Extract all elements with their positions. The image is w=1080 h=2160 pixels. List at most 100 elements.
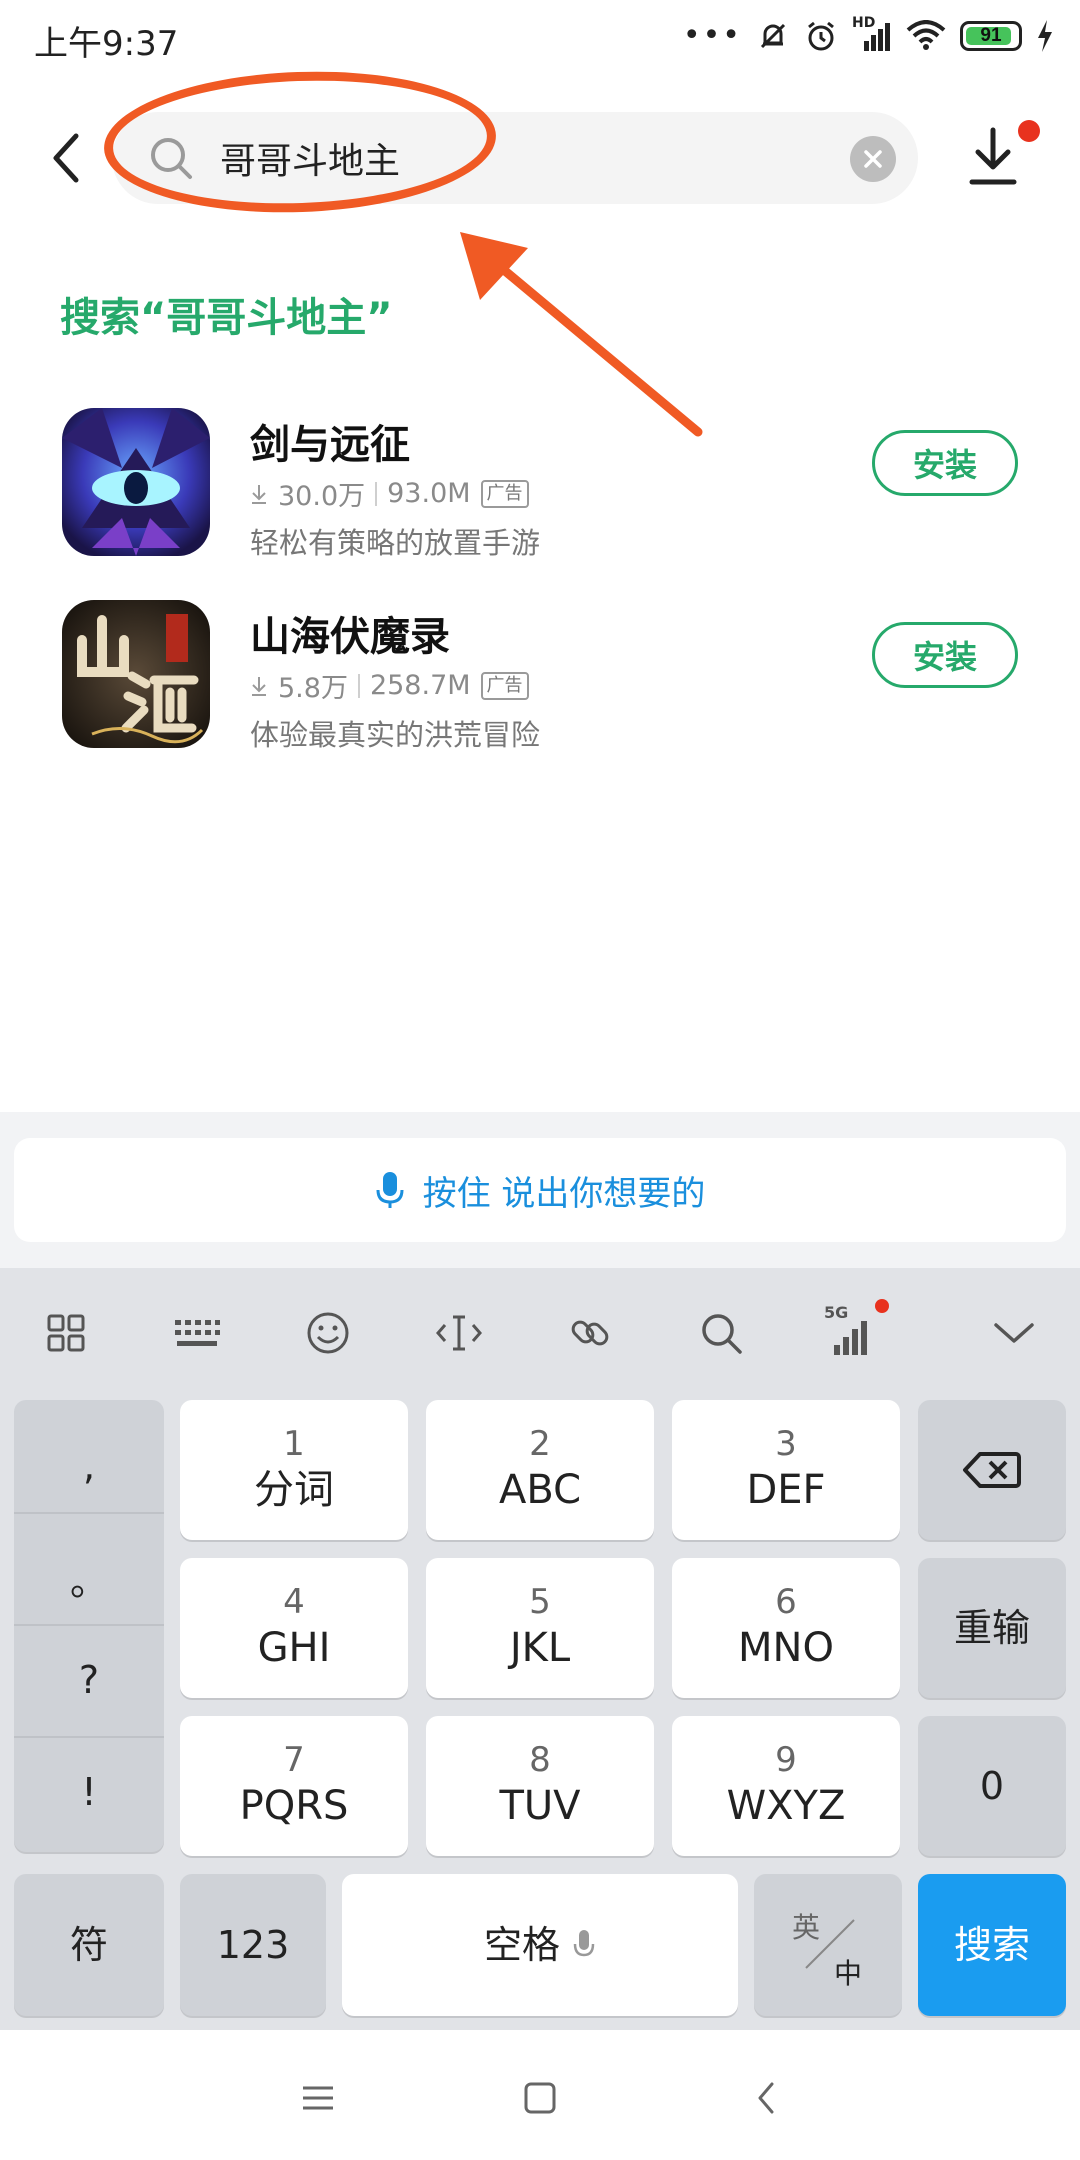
link-icon[interactable]: [524, 1293, 655, 1373]
voice-input-label: 按住 说出你想要的: [422, 1173, 706, 1214]
keyboard-icon[interactable]: [131, 1293, 262, 1373]
keyboard-search-icon[interactable]: [655, 1293, 786, 1373]
key-number: 8: [529, 1740, 551, 1780]
key-label: 分词: [254, 1467, 334, 1513]
home-nav-button[interactable]: [510, 2068, 570, 2128]
back-button[interactable]: [46, 128, 90, 188]
keyboard-toolbar: 5G: [0, 1268, 1080, 1398]
alarm-icon: [808, 21, 834, 50]
app-icon-jianyuyuanzheng[interactable]: [62, 408, 210, 556]
grid-icon[interactable]: [0, 1293, 131, 1373]
battery-level: 91: [980, 24, 1002, 46]
voice-input-button[interactable]: 按住 说出你想要的: [14, 1138, 1066, 1242]
key-8[interactable]: 8 TUV: [426, 1716, 654, 1856]
app-list-item[interactable]: 山海伏魔录 5.8万 258.7M 广告 体验最真实的洪荒冒险 安装: [0, 600, 1080, 760]
key-label: DEF: [746, 1467, 826, 1513]
key-label: 123: [216, 1923, 290, 1967]
key-number: 7: [283, 1740, 305, 1780]
cursor-icon[interactable]: [393, 1293, 524, 1373]
divider: [14, 1512, 164, 1514]
notification-dot: [1018, 120, 1040, 142]
ad-badge: 广告: [480, 479, 529, 508]
key-label: 空格: [483, 1923, 560, 1967]
ad-badge: 广告: [480, 671, 529, 700]
key-2[interactable]: 2 ABC: [426, 1400, 654, 1540]
app-name[interactable]: 剑与远征: [250, 412, 410, 470]
app-size: 93.0M: [387, 478, 471, 509]
key-number: 9: [775, 1740, 797, 1780]
reenter-key[interactable]: 重输: [918, 1558, 1066, 1698]
key-number: 4: [283, 1582, 305, 1622]
key-label: 搜索: [953, 1923, 1030, 1967]
signal-icon: HD: [852, 15, 892, 53]
key-7[interactable]: 7 PQRS: [180, 1716, 408, 1856]
download-count-icon: [252, 676, 266, 696]
key-label: TUV: [499, 1783, 581, 1829]
download-count-icon: [252, 484, 266, 504]
key-label: 符: [69, 1923, 108, 1967]
punct-key-question[interactable]: ?: [14, 1624, 164, 1736]
mute-bell-icon: [760, 23, 786, 48]
backspace-icon: [963, 1452, 1021, 1488]
key-4[interactable]: 4 GHI: [180, 1558, 408, 1698]
key-number: 1: [283, 1424, 305, 1464]
key-6[interactable]: 6 MNO: [672, 1558, 900, 1698]
microphone-icon: [573, 1930, 595, 1957]
status-time: 上午9:37: [34, 24, 179, 64]
back-nav-button[interactable]: [736, 2068, 796, 2128]
key-label: MNO: [738, 1625, 834, 1671]
app-name[interactable]: 山海伏魔录: [250, 604, 450, 662]
language-switch-key[interactable]: 英 中: [754, 1874, 902, 2016]
key-label: 重输: [953, 1606, 1030, 1650]
space-key[interactable]: 空格: [342, 1874, 738, 2016]
key-number: 5: [529, 1582, 551, 1622]
more-dots-icon: •••: [682, 18, 742, 53]
app-description: 轻松有策略的放置手游: [250, 526, 541, 560]
app-meta: 5.8万 258.7M 广告: [250, 666, 529, 705]
wifi-icon: [906, 19, 946, 50]
punct-key-exclaim[interactable]: !: [14, 1736, 164, 1848]
microphone-icon: [376, 1172, 404, 1208]
key-number: 2: [529, 1424, 551, 1464]
app-list-item[interactable]: 剑与远征 30.0万 93.0M 广告 轻松有策略的放置手游 安装: [0, 408, 1080, 568]
home-icon: [524, 2082, 556, 2114]
download-manager-button[interactable]: [966, 126, 1020, 188]
app-icon-shanhaifumolu[interactable]: [62, 600, 210, 748]
chevron-down-icon[interactable]: [974, 1293, 1054, 1373]
divider: [375, 481, 378, 506]
key-5[interactable]: 5 JKL: [426, 1558, 654, 1698]
app-meta: 30.0万 93.0M 广告: [250, 474, 529, 513]
punct-key-period[interactable]: 。: [14, 1522, 164, 1634]
notification-dot: [875, 1299, 889, 1313]
back-icon: [758, 2082, 774, 2114]
app-size: 258.7M: [369, 670, 471, 701]
key-label: 0: [979, 1764, 1005, 1808]
5g-label: 5G: [824, 1303, 849, 1322]
install-button[interactable]: 安装: [872, 430, 1018, 496]
key-9[interactable]: 9 WXYZ: [672, 1716, 900, 1856]
divider: [357, 673, 360, 698]
install-button[interactable]: 安装: [872, 622, 1018, 688]
symbols-key[interactable]: 符: [14, 1874, 164, 2016]
keyboard-search-button[interactable]: 搜索: [918, 1874, 1066, 2016]
5g-signal-icon[interactable]: 5G: [786, 1293, 917, 1373]
charging-icon: [1038, 19, 1052, 52]
lang-chinese: 中: [834, 1957, 863, 1990]
punct-key-comma[interactable]: ,: [14, 1410, 164, 1522]
numbers-key[interactable]: 123: [180, 1874, 326, 2016]
app-description: 体验最真实的洪荒冒险: [250, 718, 541, 752]
clear-search-button[interactable]: [850, 136, 896, 182]
emoji-icon[interactable]: [262, 1293, 393, 1373]
battery-icon: 91: [960, 20, 1022, 51]
status-icons: ••• HD 91: [682, 15, 1054, 53]
backspace-key[interactable]: [918, 1400, 1066, 1540]
key-label: JKL: [509, 1625, 571, 1671]
menu-nav-button[interactable]: [288, 2068, 348, 2128]
menu-icon: [303, 2086, 333, 2110]
key-label: ABC: [498, 1467, 582, 1513]
key-0[interactable]: 0: [918, 1716, 1066, 1856]
key-number: 3: [775, 1424, 797, 1464]
search-suggestion[interactable]: 搜索“哥哥斗地主”: [60, 285, 393, 343]
key-3[interactable]: 3 DEF: [672, 1400, 900, 1540]
key-1[interactable]: 1 分词: [180, 1400, 408, 1540]
